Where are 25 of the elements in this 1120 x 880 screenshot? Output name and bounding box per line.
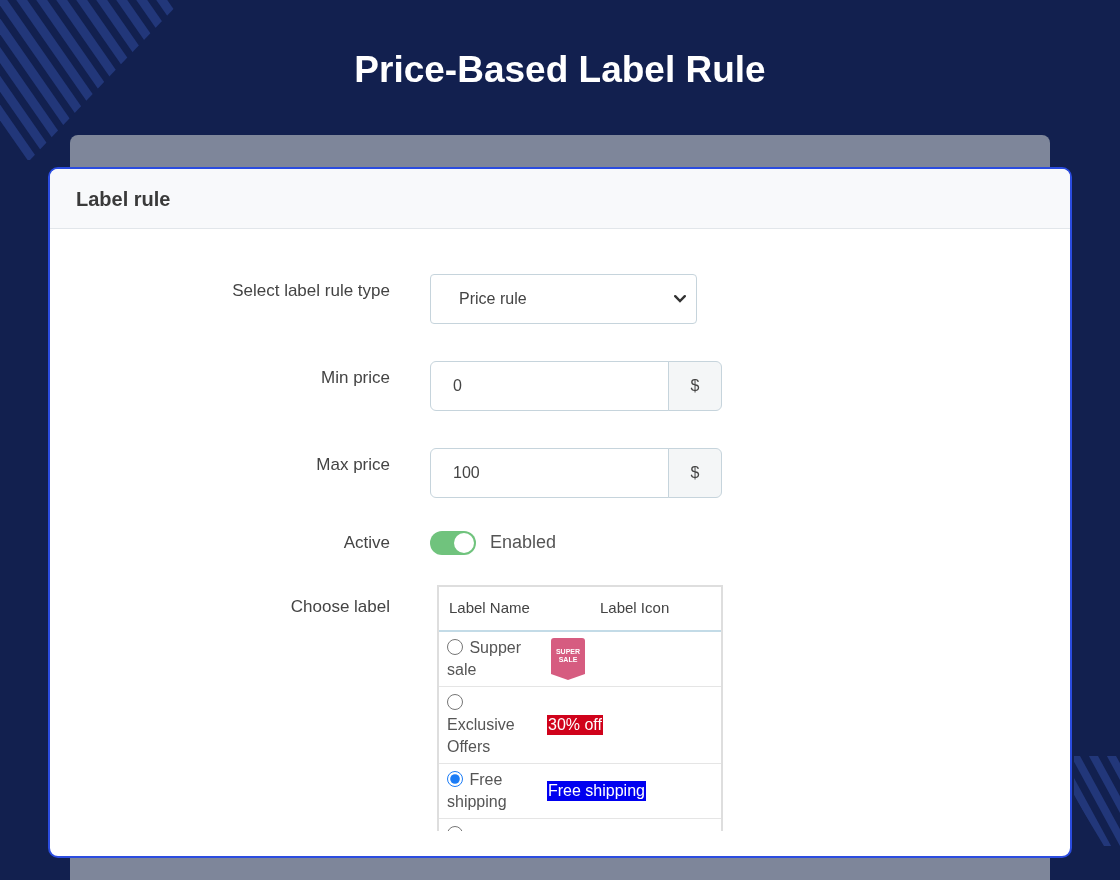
card-title: Label rule [76,186,171,212]
page-title: Price-Based Label Rule [354,48,766,92]
field-label: Active [342,531,390,554]
price-input[interactable]: 0 [430,361,669,411]
chevron-down-icon [674,295,686,303]
radio-button[interactable] [447,771,463,787]
column-header: Label Name [448,598,531,619]
radio-button[interactable] [447,694,463,710]
field-label: Choose label [289,596,390,618]
switch-label: Enabled [490,531,557,554]
currency-addon: $ [668,361,722,411]
label-option[interactable]: Free shipping [447,769,529,813]
field-label: Min price [320,367,390,389]
price-input[interactable]: 100 [430,448,669,498]
currency-addon: $ [668,448,722,498]
text-tag: 30% off [547,715,603,735]
radio-button[interactable] [447,639,463,655]
label-option[interactable]: Supper sale [447,637,529,681]
column-header: Label Icon [599,598,670,619]
field-label: Select label rule type [231,280,390,302]
rule-type-dropdown[interactable]: Price rule [430,274,697,324]
field-label: Max price [315,454,390,476]
label-option[interactable]: Exclusive Offers [447,692,529,758]
text-tag: Free shipping [547,781,646,801]
toggle-switch[interactable] [430,530,476,555]
